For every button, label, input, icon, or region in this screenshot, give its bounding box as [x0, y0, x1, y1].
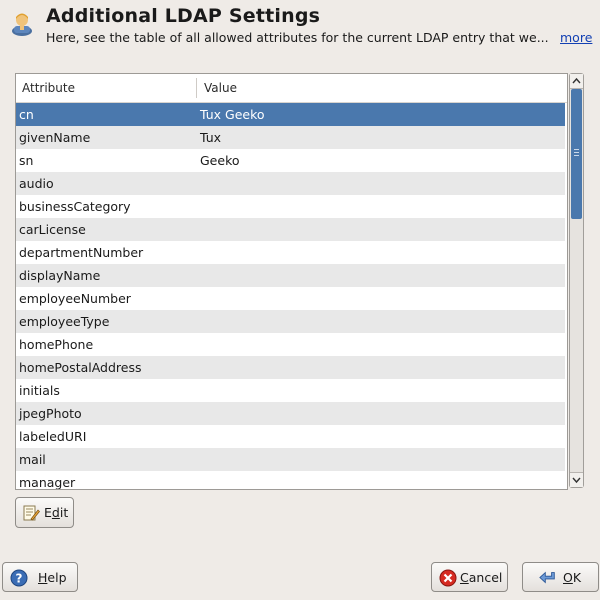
dialog-header: Additional LDAP Settings Here, see the t…: [0, 0, 600, 52]
chevron-down-icon: [572, 477, 581, 484]
attribute-cell: initials: [19, 383, 60, 398]
table-body: cn Tux Geeko givenName Tux sn Geeko audio busin…: [16, 103, 567, 490]
help-button-label: Help: [38, 570, 67, 585]
table-row[interactable]: carLicense: [16, 218, 565, 241]
attribute-cell: homePostalAddress: [19, 360, 142, 375]
table-row[interactable]: labeledURI: [16, 425, 565, 448]
ok-arrow-icon: [539, 571, 555, 584]
column-header-value[interactable]: Value: [204, 81, 237, 95]
value-cell: Geeko: [200, 153, 240, 168]
value-cell: Tux: [200, 130, 222, 145]
attribute-cell: labeledURI: [19, 429, 87, 444]
table-row[interactable]: homePhone: [16, 333, 565, 356]
attribute-cell: businessCategory: [19, 199, 131, 214]
scroll-thumb[interactable]: [571, 89, 582, 219]
cancel-icon: [439, 569, 457, 587]
vertical-scrollbar[interactable]: [569, 73, 584, 488]
ldap-user-icon: [12, 13, 32, 36]
ok-button-label: OK: [563, 570, 582, 585]
table-row[interactable]: givenName Tux: [16, 126, 565, 149]
help-button[interactable]: ? Help: [2, 562, 78, 592]
table-row[interactable]: jpegPhoto: [16, 402, 565, 425]
edit-button-label: Edit: [44, 505, 69, 520]
attribute-cell: departmentNumber: [19, 245, 144, 260]
value-cell: Tux Geeko: [200, 107, 265, 122]
edit-button[interactable]: Edit: [15, 497, 74, 528]
attribute-cell: audio: [19, 176, 54, 191]
table-header: Attribute Value: [16, 74, 567, 103]
attribute-cell: cn: [19, 107, 34, 122]
attributes-table[interactable]: Attribute Value cn Tux Geeko givenName Tux s…: [15, 73, 568, 490]
table-row[interactable]: sn Geeko: [16, 149, 565, 172]
cancel-button[interactable]: Cancel: [431, 562, 508, 592]
more-link[interactable]: more: [560, 30, 592, 45]
attribute-cell: manager: [19, 475, 76, 490]
ok-button[interactable]: OK: [522, 562, 599, 592]
table-row[interactable]: manager: [16, 471, 565, 490]
table-row[interactable]: initials: [16, 379, 565, 402]
attribute-cell: displayName: [19, 268, 101, 283]
cancel-button-label: Cancel: [460, 570, 503, 585]
attribute-cell: employeeNumber: [19, 291, 131, 306]
attribute-cell: mail: [19, 452, 46, 467]
edit-pencil-icon: [23, 505, 40, 521]
table-row[interactable]: displayName: [16, 264, 565, 287]
attribute-cell: employeeType: [19, 314, 110, 329]
attribute-cell: sn: [19, 153, 34, 168]
svg-text:?: ?: [16, 572, 23, 586]
scroll-up-button[interactable]: [570, 74, 583, 89]
help-icon: ?: [10, 569, 28, 587]
table-row[interactable]: departmentNumber: [16, 241, 565, 264]
dialog-title: Additional LDAP Settings: [46, 5, 321, 27]
table-row[interactable]: audio: [16, 172, 565, 195]
attribute-cell: carLicense: [19, 222, 86, 237]
table-row[interactable]: employeeType: [16, 310, 565, 333]
table-row[interactable]: cn Tux Geeko: [16, 103, 565, 126]
table-row[interactable]: businessCategory: [16, 195, 565, 218]
attribute-cell: givenName: [19, 130, 91, 145]
attribute-cell: jpegPhoto: [19, 406, 82, 421]
attribute-cell: homePhone: [19, 337, 94, 352]
chevron-up-icon: [572, 77, 581, 84]
column-header-attribute[interactable]: Attribute: [22, 81, 75, 95]
scroll-down-button[interactable]: [570, 472, 583, 487]
column-separator: [196, 78, 197, 98]
table-row[interactable]: mail: [16, 448, 565, 471]
table-row[interactable]: employeeNumber: [16, 287, 565, 310]
dialog-description: Here, see the table of all allowed attri…: [46, 30, 549, 45]
table-row[interactable]: homePostalAddress: [16, 356, 565, 379]
